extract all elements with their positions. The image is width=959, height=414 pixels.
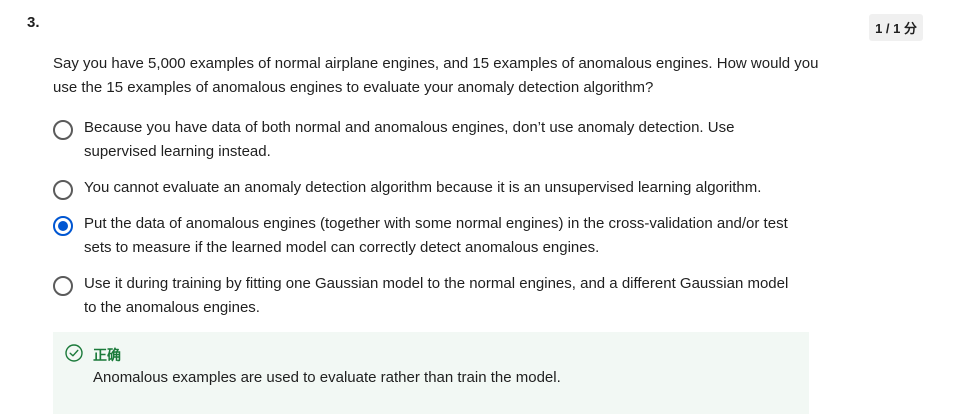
question-number: 3. <box>27 14 40 31</box>
feedback-explanation: Anomalous examples are used to evaluate … <box>93 369 561 386</box>
quiz-question: 3. 1 / 1 分 Say you have 5,000 examples o… <box>0 0 959 414</box>
radio-button-selected[interactable] <box>53 216 73 236</box>
answer-option-2[interactable]: You cannot evaluate an anomaly detection… <box>53 179 793 200</box>
answer-option-4[interactable]: Use it during training by fitting one Ga… <box>53 275 793 320</box>
radio-button[interactable] <box>53 180 73 200</box>
answer-option-label: You cannot evaluate an anomaly detection… <box>84 179 762 196</box>
radio-button[interactable] <box>53 276 73 296</box>
check-circle-icon <box>65 344 83 362</box>
answer-option-1[interactable]: Because you have data of both normal and… <box>53 119 793 164</box>
answer-option-label: Use it during training by fitting one Ga… <box>84 275 789 316</box>
radio-button[interactable] <box>53 120 73 140</box>
feedback-status: 正确 <box>93 347 121 363</box>
answer-option-label: Put the data of anomalous engines (toget… <box>84 215 788 256</box>
feedback-panel: 正确 Anomalous examples are used to evalua… <box>53 332 809 414</box>
answer-option-3[interactable]: Put the data of anomalous engines (toget… <box>53 215 793 260</box>
answer-option-label: Because you have data of both normal and… <box>84 119 735 160</box>
score-badge: 1 / 1 分 <box>869 14 923 41</box>
question-text: Say you have 5,000 examples of normal ai… <box>53 55 819 96</box>
